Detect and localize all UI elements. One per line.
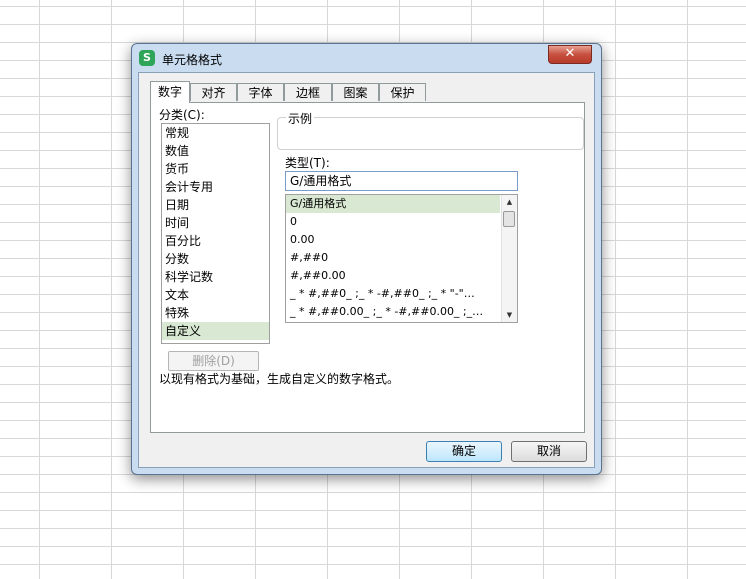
format-item[interactable]: 0.00 bbox=[286, 231, 500, 249]
type-input[interactable]: G/通用格式 bbox=[285, 171, 518, 191]
format-item[interactable]: #,##0.00 bbox=[286, 267, 500, 285]
delete-button[interactable]: 删除(D) bbox=[168, 351, 259, 371]
category-item[interactable]: 时间 bbox=[162, 214, 269, 232]
category-item[interactable]: 文本 bbox=[162, 286, 269, 304]
category-item[interactable]: 百分比 bbox=[162, 232, 269, 250]
scroll-thumb[interactable] bbox=[503, 211, 515, 227]
category-label: 分类(C): bbox=[159, 108, 205, 122]
ok-button[interactable]: 确定 bbox=[426, 441, 502, 462]
category-list[interactable]: 常规 数值 货币 会计专用 日期 时间 百分比 分数 科学记数 文本 特殊 自定… bbox=[161, 123, 270, 344]
tab-number[interactable]: 数字 bbox=[150, 81, 190, 103]
cancel-button[interactable]: 取消 bbox=[511, 441, 587, 462]
category-item[interactable]: 常规 bbox=[162, 124, 269, 142]
format-cells-dialog: S 单元格格式 ✕ 数字 对齐 字体 边框 图案 保护 分类(C): 常规 数值… bbox=[131, 43, 602, 475]
scroll-down-arrow-icon[interactable]: ▼ bbox=[502, 308, 517, 322]
dialog-title: 单元格格式 bbox=[162, 53, 223, 67]
tab-border[interactable]: 边框 bbox=[284, 83, 332, 101]
category-item[interactable]: 数值 bbox=[162, 142, 269, 160]
sample-group: 示例 bbox=[277, 110, 584, 150]
app-logo-icon: S bbox=[139, 50, 155, 66]
dialog-body: 数字 对齐 字体 边框 图案 保护 分类(C): 常规 数值 货币 会计专用 日… bbox=[138, 72, 595, 468]
format-list-scrollbar[interactable]: ▲ ▼ bbox=[501, 195, 517, 322]
category-item-selected[interactable]: 自定义 bbox=[162, 322, 269, 340]
format-item[interactable]: _ * #,##0_ ;_ * -#,##0_ ;_ * "-"… bbox=[286, 285, 500, 303]
format-item[interactable]: 0 bbox=[286, 213, 500, 231]
format-description: 以现有格式为基础，生成自定义的数字格式。 bbox=[159, 372, 400, 386]
format-item-selected[interactable]: G/通用格式 bbox=[286, 195, 500, 213]
tab-pattern[interactable]: 图案 bbox=[332, 83, 379, 101]
close-button[interactable]: ✕ bbox=[548, 45, 592, 64]
format-item[interactable]: _ * #,##0.00_ ;_ * -#,##0.00_ ;_… bbox=[286, 303, 500, 321]
tab-protection[interactable]: 保护 bbox=[379, 83, 426, 101]
category-item[interactable]: 会计专用 bbox=[162, 178, 269, 196]
type-label: 类型(T): bbox=[285, 156, 330, 170]
category-item[interactable]: 科学记数 bbox=[162, 268, 269, 286]
format-list[interactable]: G/通用格式 0 0.00 #,##0 #,##0.00 _ * #,##0_ … bbox=[285, 194, 518, 323]
sample-label: 示例 bbox=[286, 110, 315, 127]
category-item[interactable]: 日期 bbox=[162, 196, 269, 214]
tab-font[interactable]: 字体 bbox=[237, 83, 284, 101]
title-bar[interactable]: S 单元格格式 ✕ bbox=[132, 44, 601, 72]
category-item[interactable]: 特殊 bbox=[162, 304, 269, 322]
number-tab-panel: 分类(C): 常规 数值 货币 会计专用 日期 时间 百分比 分数 科学记数 文… bbox=[150, 102, 585, 433]
tab-alignment[interactable]: 对齐 bbox=[190, 83, 237, 101]
category-item[interactable]: 货币 bbox=[162, 160, 269, 178]
category-item[interactable]: 分数 bbox=[162, 250, 269, 268]
format-item[interactable]: #,##0 bbox=[286, 249, 500, 267]
scroll-up-arrow-icon[interactable]: ▲ bbox=[502, 195, 517, 209]
